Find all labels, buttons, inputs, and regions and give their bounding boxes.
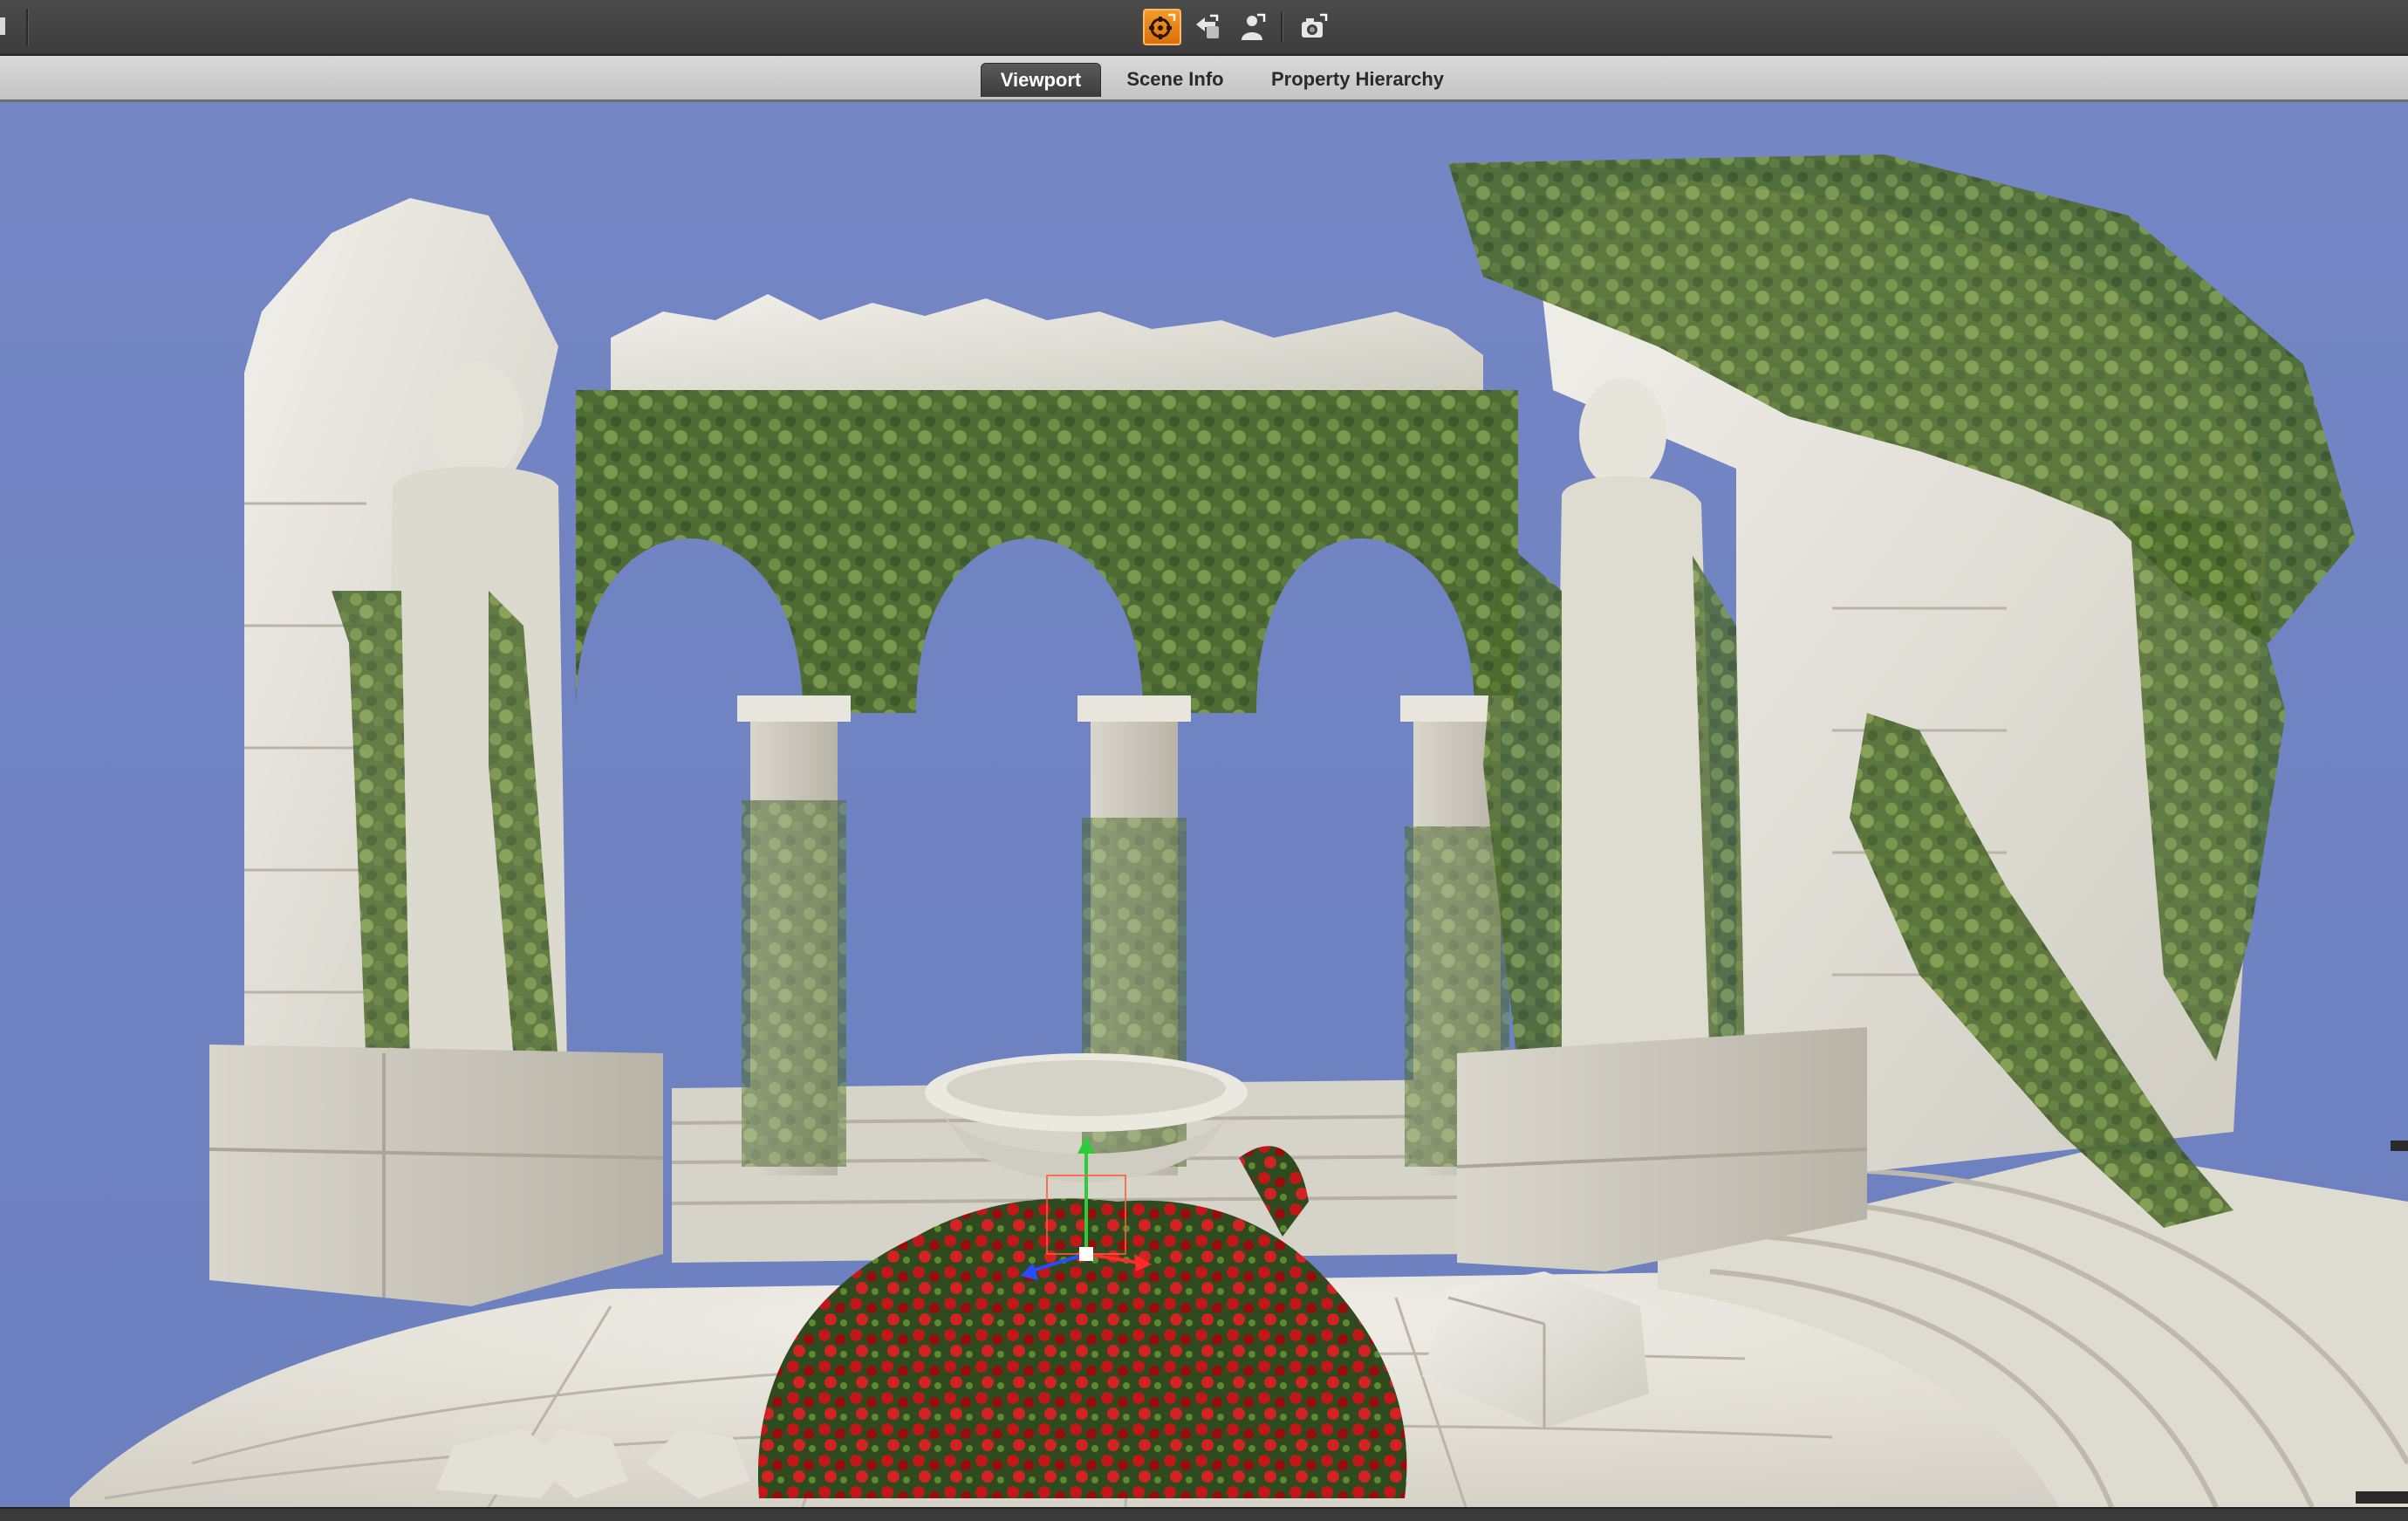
bottom-status-strip xyxy=(0,1507,2408,1521)
figure-render-button[interactable] xyxy=(1234,9,1272,45)
render-settings-icon xyxy=(1149,13,1176,39)
render-settings-button[interactable] xyxy=(1143,9,1181,45)
3d-viewport[interactable] xyxy=(0,102,2408,1507)
render-button[interactable] xyxy=(1188,9,1227,45)
right-statue-pillar xyxy=(1448,154,2356,1271)
toolbar-divider xyxy=(26,9,29,45)
top-toolbar xyxy=(0,0,2408,56)
rubble-pieces xyxy=(436,1429,750,1498)
tab-property-hierarchy[interactable]: Property Hierarchy xyxy=(1253,63,1462,96)
camera-button[interactable] xyxy=(1295,9,1333,45)
camera-icon xyxy=(1302,13,1328,38)
render-icon xyxy=(1196,14,1219,38)
viewport-corner-marker xyxy=(2356,1491,2408,1504)
app-window: Viewport Scene Info Property Hierarchy xyxy=(0,0,2408,1521)
panel-edge-glyph xyxy=(0,17,5,35)
figure-render-icon xyxy=(1242,13,1266,40)
rendered-scene xyxy=(0,102,2408,1507)
viewport-edge-marker xyxy=(2391,1141,2408,1151)
tab-scene-info[interactable]: Scene Info xyxy=(1113,63,1237,96)
tab-viewport[interactable]: Viewport xyxy=(981,63,1101,97)
pane-tab-bar: Viewport Scene Info Property Hierarchy xyxy=(0,56,2408,102)
toolbar-divider xyxy=(1281,12,1283,42)
